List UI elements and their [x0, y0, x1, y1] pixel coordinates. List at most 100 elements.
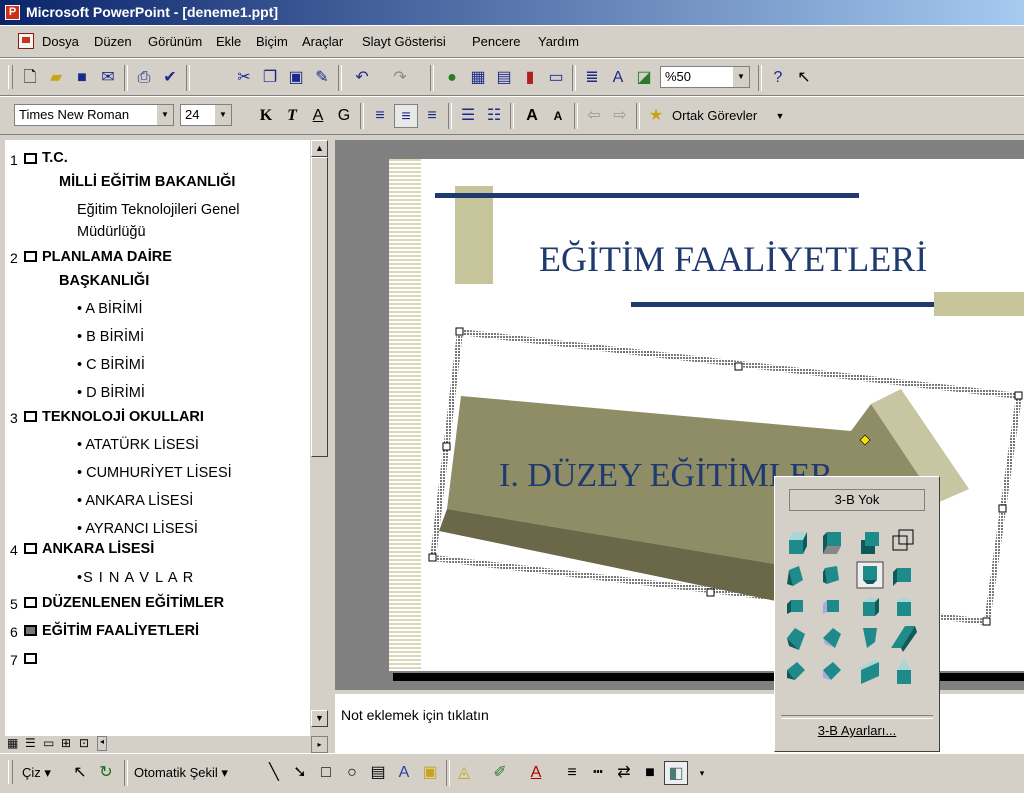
slide-title[interactable]: EĞİTİM FAALİYETLERİ [539, 239, 927, 279]
document-menu-icon[interactable] [18, 33, 34, 49]
3d-style-option[interactable] [823, 628, 841, 648]
insert-table-icon[interactable]: ▤ [492, 66, 516, 90]
slide-title-line2[interactable]: BAŞKANLIĞI [59, 273, 149, 289]
hyperlink-icon[interactable]: ● [440, 66, 464, 90]
slide-title[interactable]: PLANLAMA DAİRE [42, 249, 172, 265]
menu-ekle[interactable]: Ekle [216, 34, 241, 49]
grayscale-icon[interactable]: ◪ [632, 66, 656, 90]
slide-view-icon[interactable]: ▭ [43, 736, 54, 750]
paste-icon[interactable]: ▣ [284, 66, 308, 90]
new-icon[interactable]: 🗋 [18, 66, 42, 90]
align-left-icon[interactable]: ≡ [368, 104, 392, 128]
expand-all-icon[interactable]: ≣ [580, 66, 604, 90]
whats-this-icon[interactable]: ↖ [792, 66, 816, 90]
hscroll-left-icon[interactable]: ◂ [97, 736, 107, 751]
align-right-icon[interactable]: ≡ [420, 104, 444, 128]
resize-handle[interactable] [998, 504, 1007, 513]
3d-style-option[interactable] [897, 598, 911, 616]
zoom-combo[interactable]: %50 ▼ [660, 66, 750, 88]
clipart-icon[interactable]: ▣ [418, 761, 442, 785]
3d-style-option[interactable] [787, 628, 805, 650]
list-item[interactable]: • ANKARA LİSESİ [77, 493, 193, 509]
wordart-icon[interactable]: A [392, 761, 416, 785]
3d-style-option[interactable] [823, 662, 841, 680]
slide-outline-icon[interactable] [24, 251, 37, 262]
demote-icon[interactable]: ⇨ [608, 104, 632, 128]
common-tasks-button[interactable]: Ortak Görevler [672, 108, 757, 123]
arrow-style-icon[interactable]: ⇄ [612, 761, 636, 785]
3d-style-option[interactable] [823, 600, 839, 614]
select-objects-icon[interactable]: ↖ [68, 761, 92, 785]
spelling-icon[interactable]: ✔ [158, 66, 182, 90]
3d-style-selected[interactable] [856, 561, 884, 589]
fill-color-icon[interactable]: ◬ [452, 761, 476, 785]
promote-icon[interactable]: ⇦ [582, 104, 606, 128]
resize-handle[interactable] [1014, 391, 1023, 400]
chevron-down-icon[interactable]: ▼ [768, 104, 792, 128]
menu-dosya[interactable]: Dosya [42, 34, 79, 49]
list-item[interactable]: • ATATÜRK LİSESİ [77, 437, 199, 453]
redo-icon[interactable]: ↷ [388, 66, 412, 90]
toolbar-grip[interactable] [8, 760, 13, 784]
help-icon[interactable]: ? [766, 66, 790, 90]
chevron-down-icon[interactable]: ▼ [214, 105, 231, 125]
resize-handle[interactable] [706, 588, 715, 597]
powerpoint-app-icon[interactable]: P [5, 5, 20, 20]
3d-style-option[interactable] [897, 658, 911, 684]
format-painter-icon[interactable]: ✎ [310, 66, 334, 90]
3d-style-option[interactable] [787, 566, 803, 586]
slide-title[interactable]: EĞİTİM FAALİYETLERİ [42, 623, 199, 639]
slide-current-icon[interactable] [24, 625, 37, 636]
slide-sorter-icon[interactable]: ⊞ [61, 736, 71, 750]
menu-bicim[interactable]: Biçim [256, 34, 288, 49]
text-box-icon[interactable]: ▤ [366, 761, 390, 785]
slide-title-line2[interactable]: MİLLİ EĞİTİM BAKANLIĞI [59, 174, 235, 190]
resize-handle[interactable] [428, 553, 437, 562]
list-item[interactable]: • AYRANCI LİSESİ [77, 521, 198, 537]
3d-style-option[interactable] [861, 532, 879, 554]
show-formatting-icon[interactable]: A [606, 66, 630, 90]
menu-araclar[interactable]: Araçlar [302, 34, 343, 49]
oval-icon[interactable]: ○ [340, 761, 364, 785]
list-item[interactable]: •S I N A V L A R [77, 570, 194, 586]
autoshapes-menu-button[interactable]: Otomatik Şekil ▾ [134, 765, 228, 781]
3d-style-option[interactable] [892, 529, 914, 551]
slide-title[interactable]: T.C. [42, 150, 68, 166]
3d-style-option[interactable] [893, 568, 911, 586]
toolbar-grip[interactable] [8, 65, 13, 89]
scroll-up-icon[interactable]: ▲ [311, 140, 328, 157]
outline-view-icon[interactable]: ☰ [25, 736, 36, 750]
outline-text[interactable]: Müdürlüğü [77, 224, 146, 240]
line-icon[interactable]: ╲ [262, 761, 286, 785]
outline-pane[interactable]: 1 T.C. MİLLİ EĞİTİM BAKANLIĞI Eğitim Tek… [5, 140, 310, 736]
menu-duzen[interactable]: Düzen [94, 34, 132, 49]
outline-scrollbar[interactable]: ▲ ▼ [311, 140, 328, 736]
chevron-down-icon[interactable]: ▼ [156, 105, 173, 125]
increase-font-icon[interactable]: A [520, 104, 544, 128]
scroll-thumb[interactable] [311, 157, 328, 457]
menu-yardim[interactable]: Yardım [538, 34, 579, 49]
3d-style-option[interactable] [891, 626, 917, 652]
3d-style-option[interactable] [789, 532, 807, 554]
arrow-tool-icon[interactable]: ➘ [288, 761, 312, 785]
resize-handle[interactable] [442, 442, 451, 451]
copy-icon[interactable]: ❐ [258, 66, 282, 90]
menu-slayt-gosterisi[interactable]: Slayt Gösterisi [362, 34, 446, 49]
3d-style-option[interactable] [823, 566, 839, 584]
outline-text[interactable]: Eğitim Teknolojileri Genel [77, 202, 240, 218]
save-icon[interactable]: ■ [70, 66, 94, 90]
hscroll-right-icon[interactable]: ▸ [311, 736, 328, 753]
numbering-icon[interactable]: ☰ [456, 104, 480, 128]
slide-outline-icon[interactable] [24, 653, 37, 664]
3d-style-option[interactable] [863, 628, 877, 648]
bold-icon[interactable]: K [254, 104, 278, 128]
chevron-down-icon[interactable]: ▾ [690, 761, 714, 785]
line-color-icon[interactable]: ✐ [488, 761, 512, 785]
line-style-icon[interactable]: ≡ [560, 761, 584, 785]
new-slide-icon[interactable]: ▭ [544, 66, 568, 90]
list-item[interactable]: • C BİRİMİ [77, 357, 145, 373]
resize-handle[interactable] [982, 617, 991, 626]
3d-settings-button[interactable]: 3-B Ayarları... [775, 723, 939, 738]
bullets-icon[interactable]: ☷ [482, 104, 506, 128]
star-icon[interactable]: ★ [644, 104, 668, 128]
